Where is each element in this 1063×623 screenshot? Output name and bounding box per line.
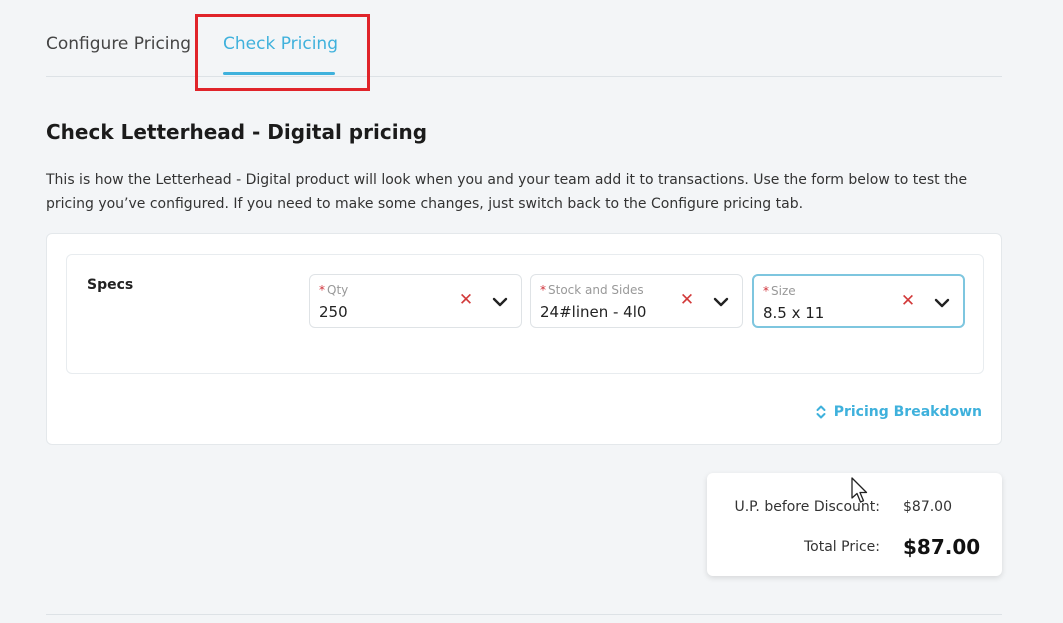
divider <box>46 614 1002 615</box>
stock-and-sides-label: Stock and Sides <box>548 283 644 297</box>
tab-configure-pricing[interactable]: Configure Pricing <box>46 34 191 54</box>
chevron-down-icon[interactable] <box>933 294 951 312</box>
sort-icon <box>816 405 826 419</box>
required-marker: * <box>540 283 546 297</box>
pricing-breakdown-toggle[interactable]: Pricing Breakdown <box>816 404 982 420</box>
pricing-form-card: Specs * Qty 250 ✕ * Stock and Sides 24#lin… <box>46 233 1002 445</box>
check-pricing-page: Configure Pricing Check Pricing Check Le… <box>0 0 1063 623</box>
stock-and-sides-value: 24#linen - 4l0 <box>540 303 647 321</box>
required-marker: * <box>763 284 769 298</box>
specs-label: Specs <box>87 277 134 293</box>
total-price-value: $87.00 <box>903 535 981 559</box>
size-select[interactable]: * Size 8.5 x 11 ✕ <box>752 274 965 328</box>
size-value: 8.5 x 11 <box>763 304 825 322</box>
total-price-label: Total Price: <box>803 539 880 555</box>
specs-section: Specs * Qty 250 ✕ * Stock and Sides 24#lin… <box>66 254 984 374</box>
chevron-down-icon[interactable] <box>712 293 730 311</box>
pricing-breakdown-label: Pricing Breakdown <box>833 404 982 420</box>
qty-select[interactable]: * Qty 250 ✕ <box>309 274 522 328</box>
size-label: Size <box>771 284 796 298</box>
page-description: This is how the Letterhead - Digital pro… <box>46 172 968 212</box>
unit-price-value: $87.00 <box>903 499 952 515</box>
page-title: Check Letterhead - Digital pricing <box>46 120 428 144</box>
clear-icon[interactable]: ✕ <box>678 291 696 309</box>
annotation-highlight-box <box>195 14 370 91</box>
mouse-cursor-icon <box>851 477 868 503</box>
tab-bar: Configure Pricing Check Pricing <box>46 0 1002 77</box>
chevron-down-icon[interactable] <box>491 293 509 311</box>
clear-icon[interactable]: ✕ <box>899 292 917 310</box>
clear-icon[interactable]: ✕ <box>457 291 475 309</box>
required-marker: * <box>319 283 325 297</box>
qty-label: Qty <box>327 283 349 297</box>
stock-and-sides-select[interactable]: * Stock and Sides 24#linen - 4l0 ✕ <box>530 274 743 328</box>
qty-value: 250 <box>319 303 348 321</box>
